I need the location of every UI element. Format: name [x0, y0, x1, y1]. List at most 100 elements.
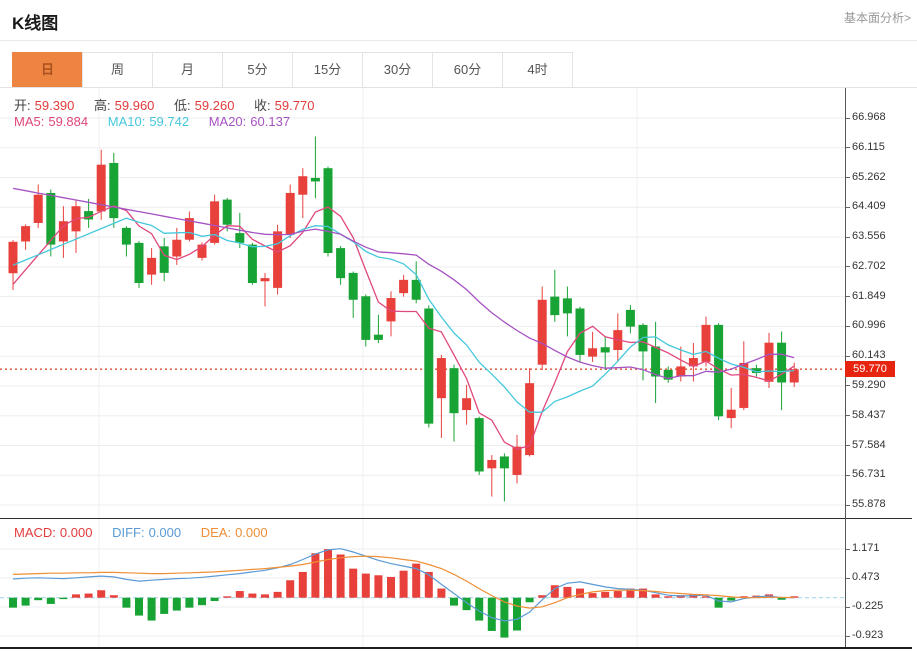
candle-body: [298, 176, 308, 195]
candle-body: [33, 194, 43, 223]
price-axis-label: 58.437: [852, 408, 886, 421]
ma10-value: 59.742: [149, 114, 190, 129]
axis-tick: [846, 236, 850, 238]
axis-tick: [846, 635, 850, 637]
price-axis-label: 0.473: [852, 571, 880, 584]
candle-body: [739, 362, 749, 408]
macd-value: 0.000: [59, 525, 93, 540]
macd-histogram-bar: [727, 597, 736, 601]
price-axis-label: 56.731: [852, 468, 886, 481]
candle-body: [487, 459, 497, 469]
price-axis-label: 61.849: [852, 289, 886, 302]
tab-30分[interactable]: 30分: [362, 52, 433, 88]
kline-widget: K线图 基本面分析> 日周月 5分 15分 30分 60分 4时 66.968 66.115…: [0, 0, 917, 651]
candle-body: [386, 298, 396, 322]
ma20-label: MA20:: [208, 114, 247, 129]
candle-body: [310, 177, 320, 182]
macd-histogram-bar: [273, 591, 282, 598]
candle-body: [499, 456, 509, 469]
macd-histogram-bar: [576, 588, 584, 598]
candle-body: [600, 347, 610, 353]
price-axis-label: 59.290: [852, 378, 886, 391]
tab-月[interactable]: 月: [152, 52, 223, 88]
high-value: 59.960: [114, 98, 155, 113]
candle-body: [121, 227, 131, 245]
ma10-label: MA10:: [107, 114, 146, 129]
candle-body: [222, 199, 232, 225]
macd-histogram-bar: [613, 591, 622, 598]
tab-5分[interactable]: 5分: [222, 52, 293, 88]
macd-histogram-bar: [286, 580, 295, 598]
candle-body: [424, 308, 434, 424]
macd-histogram-bar: [235, 591, 244, 598]
macd-histogram-bar: [298, 571, 307, 598]
tab-日[interactable]: 日: [12, 52, 83, 88]
candle-body: [651, 346, 661, 377]
open-value: 59.390: [34, 98, 75, 113]
candle-body: [474, 418, 484, 472]
macd-histogram-bar: [160, 597, 169, 614]
macd-histogram-bar: [664, 596, 673, 598]
ma10-line: [12, 217, 795, 413]
candle-body: [172, 239, 182, 257]
macd-histogram-bar: [450, 597, 458, 606]
candle-body: [134, 242, 144, 284]
open-label: 开:: [14, 98, 31, 113]
candle-body: [588, 348, 598, 357]
candle-body: [8, 241, 18, 274]
macd-histogram-bar: [424, 571, 433, 598]
price-axis-label: 64.409: [852, 200, 886, 213]
widget-header: K线图 基本面分析>: [0, 0, 917, 41]
candle-body: [462, 398, 472, 411]
candle-body: [247, 244, 257, 284]
axis-tick: [846, 606, 850, 608]
low-label: 低:: [174, 98, 191, 113]
tab-60分[interactable]: 60分: [432, 52, 503, 88]
price-axis-label: 66.115: [852, 140, 885, 153]
candle-body: [550, 296, 560, 316]
macd-histogram-bar: [135, 597, 143, 616]
candle-body: [449, 368, 459, 414]
macd-histogram-bar: [651, 594, 660, 598]
macd-histogram-bar: [487, 597, 496, 631]
macd-histogram-bar: [72, 594, 80, 598]
tab-15分[interactable]: 15分: [292, 52, 363, 88]
page-title: K线图: [12, 14, 59, 33]
current-price-badge: 59.770: [845, 361, 895, 378]
ma-readout: MA5: 59.884 MA10: 59.742 MA20: 60.137: [14, 114, 294, 129]
macd-histogram-bar: [387, 576, 395, 598]
macd-histogram-bar: [9, 597, 17, 608]
tab-4时[interactable]: 4时: [502, 52, 573, 88]
candle-body: [21, 226, 31, 242]
price-axis-label: -0.225: [852, 600, 884, 613]
axis-tick: [846, 577, 850, 579]
price-axis-label: 57.584: [852, 438, 886, 451]
macd-histogram-bar: [349, 568, 358, 598]
price-axis-label: 62.702: [852, 259, 886, 272]
macd-histogram-bar: [361, 573, 370, 598]
macd-histogram-bar: [97, 590, 106, 598]
axis-tick: [846, 177, 850, 179]
candle-body: [625, 309, 635, 327]
tab-周[interactable]: 周: [82, 52, 153, 88]
axis-tick: [846, 504, 850, 506]
macd-histogram-bar: [563, 586, 572, 598]
macd-histogram-bar: [500, 597, 509, 638]
fundamental-analysis-link[interactable]: 基本面分析>: [844, 9, 911, 26]
price-axis-label: 60.143: [852, 349, 886, 362]
macd-histogram-bar: [513, 597, 521, 631]
candlestick-chart-canvas[interactable]: [0, 88, 845, 519]
axis-tick: [846, 355, 850, 357]
axis-tick: [846, 385, 850, 387]
candle-body: [361, 296, 371, 340]
candle-body: [411, 279, 421, 300]
macd-histogram-bar: [34, 597, 43, 601]
candle-body: [273, 231, 283, 288]
ma5-value: 59.884: [48, 114, 89, 129]
close-label: 收:: [254, 98, 271, 113]
axis-tick: [846, 296, 850, 298]
chart-bottom-border: [0, 647, 912, 649]
candle-body: [373, 334, 383, 340]
macd-histogram-bar: [21, 597, 30, 606]
macd-histogram-bar: [84, 593, 93, 598]
